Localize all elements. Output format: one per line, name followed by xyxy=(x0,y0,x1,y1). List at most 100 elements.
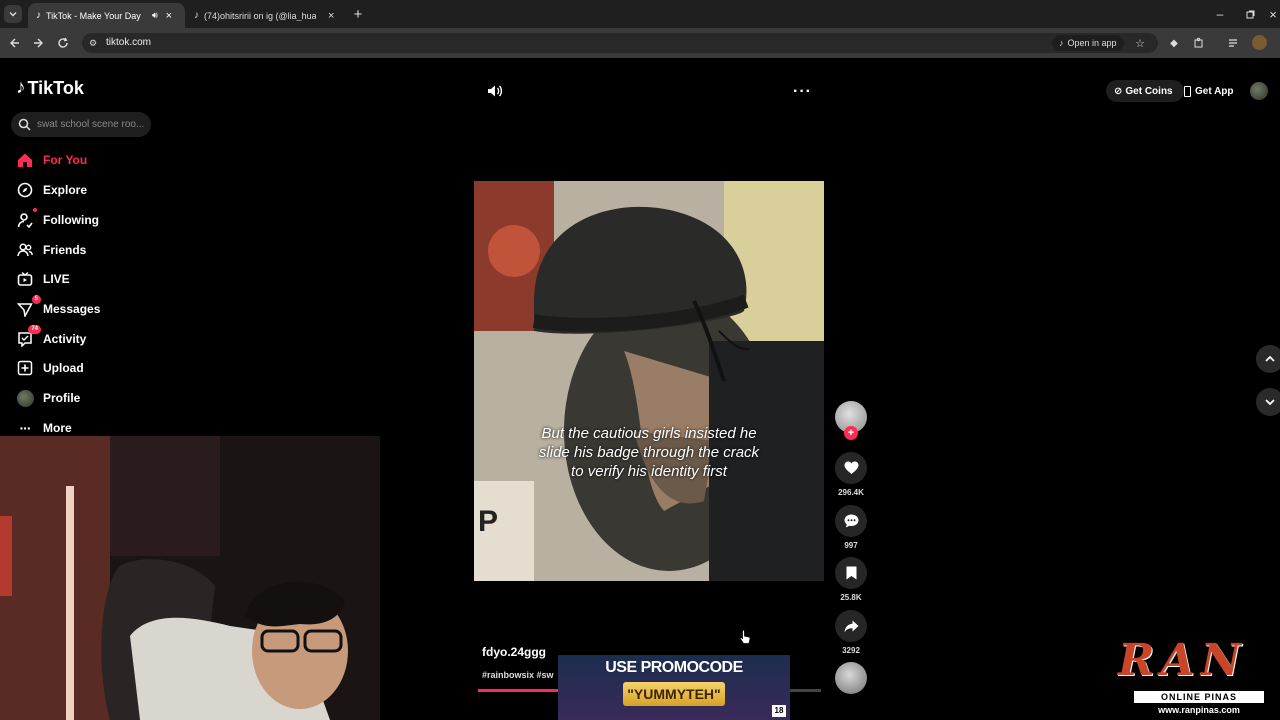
messages-icon: 5 xyxy=(16,295,41,318)
live-icon xyxy=(16,270,34,288)
reload-button[interactable] xyxy=(54,34,72,52)
previous-video-button[interactable] xyxy=(1256,345,1280,373)
get-coins-label: Get Coins xyxy=(1125,85,1173,97)
notification-dot xyxy=(33,208,37,212)
minimize-button[interactable]: – xyxy=(1211,5,1229,23)
bookmark-star-icon[interactable]: ☆ xyxy=(1131,34,1149,52)
media-control-button[interactable] xyxy=(1225,34,1243,52)
search-input[interactable]: swat school scene roo... xyxy=(11,112,151,137)
close-tab-icon[interactable]: × xyxy=(328,10,334,22)
caption-line: to verify his identity first xyxy=(571,463,727,480)
sidebar-item-label: LIVE xyxy=(43,272,70,286)
following-icon xyxy=(16,208,37,229)
comment-count: 997 xyxy=(844,541,858,550)
close-tab-icon[interactable]: × xyxy=(166,10,172,22)
hand-cursor-icon xyxy=(739,629,751,650)
browser-tab-ig[interactable]: ♪ (74)ohitsririi on ig (@lia_huang × xyxy=(186,3,346,28)
search-placeholder: swat school scene roo... xyxy=(37,119,145,130)
more-options-icon[interactable]: ··· xyxy=(793,83,812,101)
bookmark-icon xyxy=(846,566,856,580)
ran-subtitle: ONLINE PINAS xyxy=(1134,691,1264,703)
url-text[interactable]: tiktok.com xyxy=(106,37,151,48)
open-in-app-button[interactable]: ♪ Open in app xyxy=(1052,35,1124,51)
open-in-app-label: Open in app xyxy=(1067,38,1117,48)
ran-logo-text: RAN xyxy=(1118,635,1247,686)
sidebar-item-friends[interactable]: Friends xyxy=(16,239,86,261)
logo-text: TikTok xyxy=(27,77,84,98)
like-count: 296.4K xyxy=(838,488,864,497)
svg-text:P: P xyxy=(478,505,498,538)
restore-icon xyxy=(1246,10,1254,18)
extension-diamond-icon[interactable]: ◆ xyxy=(1165,34,1183,52)
save-button[interactable] xyxy=(835,557,867,589)
sidebar-item-explore[interactable]: Explore xyxy=(16,179,87,201)
get-coins-button[interactable]: ⊘ Get Coins xyxy=(1106,80,1184,102)
video-caption: But the cautious girls insisted he slide… xyxy=(474,424,824,481)
home-icon xyxy=(16,151,34,169)
site-info-icon[interactable]: ⚙ xyxy=(86,34,100,52)
sidebar-item-label: Upload xyxy=(43,361,84,375)
webcam-feed xyxy=(0,436,380,720)
restore-button[interactable] xyxy=(1241,5,1259,23)
sidebar-item-label: Explore xyxy=(43,183,88,197)
friends-icon xyxy=(16,241,34,259)
get-app-button[interactable]: Get App xyxy=(1178,80,1244,102)
sidebar-item-live[interactable]: LIVE xyxy=(16,268,70,290)
age-rating-badge: 18 xyxy=(772,705,786,717)
sidebar-item-following[interactable]: Following xyxy=(16,208,99,231)
tiktok-favicon-icon: ♪ xyxy=(36,10,41,21)
save-count: 25.8K xyxy=(840,593,862,602)
tiktok-logo[interactable]: ♪ TikTok xyxy=(16,77,84,99)
back-button[interactable] xyxy=(6,34,24,52)
profile-avatar[interactable] xyxy=(1252,35,1267,50)
arrow-left-icon xyxy=(10,38,19,48)
tab-search-button[interactable] xyxy=(4,5,22,23)
phone-icon xyxy=(1184,85,1191,97)
coin-icon: ⊘ xyxy=(1114,85,1123,97)
sidebar-item-for-you[interactable]: For You xyxy=(16,149,87,171)
like-button[interactable] xyxy=(835,452,867,484)
arrow-right-icon xyxy=(34,38,43,48)
chevron-down-icon xyxy=(9,12,17,17)
video-player[interactable]: P xyxy=(474,181,824,581)
omnibox[interactable] xyxy=(82,33,1158,53)
comment-button[interactable] xyxy=(835,505,867,537)
speaker-icon[interactable]: 🔊︎ xyxy=(152,10,158,21)
tiktok-favicon-icon: ♪ xyxy=(1059,38,1064,48)
promo-banner: USE PROMOCODE "YUMMYTEH" 18 xyxy=(558,655,790,720)
music-disc[interactable] xyxy=(835,662,867,694)
reload-icon xyxy=(58,37,68,48)
heart-icon xyxy=(844,461,858,474)
forward-button[interactable] xyxy=(29,34,47,52)
close-window-button[interactable]: × xyxy=(1264,5,1280,23)
sidebar-item-upload[interactable]: Upload xyxy=(16,357,84,379)
puzzle-icon xyxy=(1194,37,1203,48)
compass-icon xyxy=(16,181,34,199)
browser-tab-tiktok[interactable]: ♪ TikTok - Make Your Day 🔊︎ × xyxy=(28,3,185,28)
get-app-label: Get App xyxy=(1195,85,1234,97)
sidebar-item-label: For You xyxy=(43,153,88,167)
volume-button[interactable] xyxy=(486,82,504,105)
follow-plus-icon[interactable]: + xyxy=(844,426,858,440)
next-video-button[interactable] xyxy=(1256,388,1280,416)
sidebar-item-profile[interactable]: Profile xyxy=(16,387,80,409)
speaker-icon xyxy=(488,85,503,97)
sidebar-item-label: More xyxy=(43,421,72,435)
video-author[interactable]: fdyo.24ggg xyxy=(482,645,546,659)
sidebar-item-label: Following xyxy=(43,213,99,227)
share-button[interactable] xyxy=(835,610,867,642)
tab-title: (74)ohitsririi on ig (@lia_huang xyxy=(204,10,316,21)
extensions-button[interactable] xyxy=(1190,34,1208,52)
promo-title: USE PROMOCODE xyxy=(605,659,743,676)
activity-icon: 74 xyxy=(16,325,41,348)
new-tab-button[interactable]: + xyxy=(349,5,367,23)
chevron-up-icon xyxy=(1265,355,1275,362)
ran-online-logo: RAN ONLINE PINAS www.ranpinas.com xyxy=(1112,635,1274,717)
sidebar-item-label: Profile xyxy=(43,391,81,405)
sidebar-item-messages[interactable]: 5 Messages xyxy=(16,295,100,320)
user-avatar[interactable] xyxy=(1250,82,1268,100)
video-hashtags[interactable]: #rainbowsix #sw xyxy=(482,670,554,680)
search-icon xyxy=(18,118,31,136)
sidebar-item-activity[interactable]: 74 Activity xyxy=(16,325,86,350)
playlist-icon xyxy=(1229,39,1237,47)
